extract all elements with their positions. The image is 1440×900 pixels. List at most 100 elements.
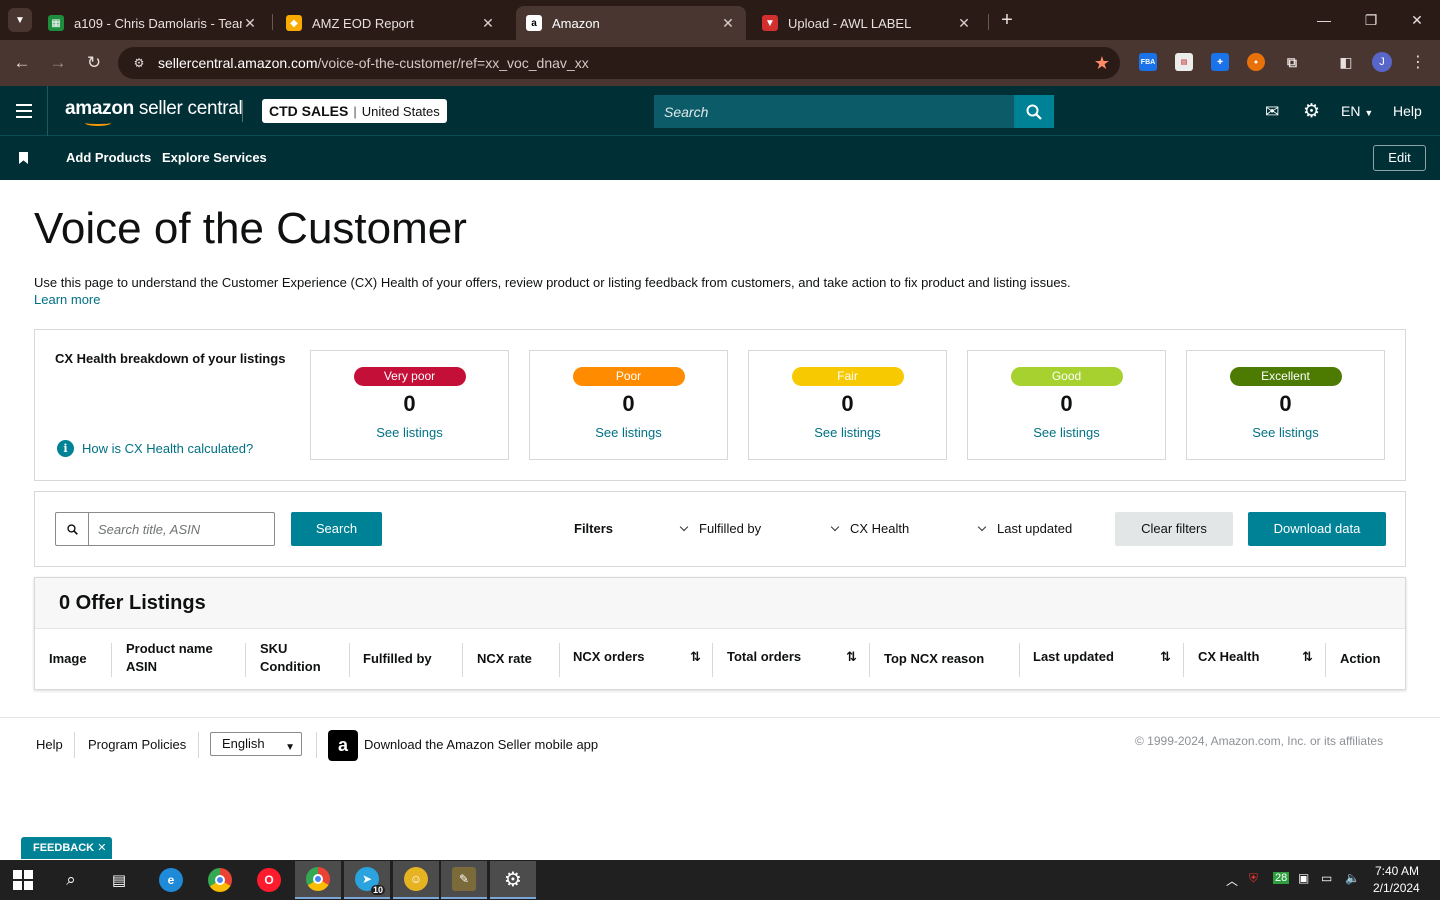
edit-nav-button[interactable]: Edit xyxy=(1373,145,1426,171)
chrome-profile-icon[interactable] xyxy=(295,861,341,899)
tray-chevron-up-icon[interactable]: ︿ xyxy=(1226,872,1238,889)
logo-seller-central: seller central xyxy=(133,98,243,119)
back-icon[interactable]: ← xyxy=(10,51,34,75)
task-view-icon[interactable]: ▤ xyxy=(96,861,142,899)
nav-explore-services[interactable]: Explore Services xyxy=(162,150,267,165)
url-text[interactable]: sellercentral.amazon.com/voice-of-the-cu… xyxy=(154,55,1084,71)
side-panel-icon[interactable]: ◧ xyxy=(1337,53,1355,71)
cx-count: 0 xyxy=(1060,391,1073,416)
new-tab-button[interactable]: + xyxy=(996,9,1018,31)
clear-filters-button[interactable]: Clear filters xyxy=(1115,512,1233,546)
close-icon[interactable]: ✕ xyxy=(720,15,736,32)
close-icon[interactable]: ✕ xyxy=(956,15,972,32)
cx-health-help-text[interactable]: How is CX Health calculated? xyxy=(82,441,253,456)
bookmark-icon[interactable] xyxy=(19,152,28,164)
col-last-updated: Last updated xyxy=(1033,649,1114,664)
windows-start-icon[interactable] xyxy=(0,861,46,899)
clock-date[interactable]: 2/1/2024 xyxy=(1373,881,1420,895)
footer-divider xyxy=(198,732,199,758)
footer-language-select[interactable]: English ▼ xyxy=(210,732,302,756)
extensions-puzzle-icon[interactable]: ⧉ xyxy=(1283,53,1301,71)
browser-tab[interactable]: ▦ a109 - Chris Damolaris - Team s ✕ xyxy=(38,6,268,40)
tab-search-button[interactable]: ▼ xyxy=(8,8,32,32)
selected-language: English xyxy=(222,736,265,751)
address-bar[interactable]: ⚙ sellercentral.amazon.com/voice-of-the-… xyxy=(118,47,1120,79)
footer-help-link[interactable]: Help xyxy=(36,737,63,752)
edge-icon[interactable]: e xyxy=(148,861,194,899)
see-listings-link[interactable]: See listings xyxy=(968,425,1165,440)
see-listings-link[interactable]: See listings xyxy=(749,425,946,440)
last-updated-dropdown[interactable]: Last updated xyxy=(977,521,1072,536)
fulfilled-by-dropdown[interactable]: Fulfilled by xyxy=(679,521,761,536)
clock-time[interactable]: 7:40 AM xyxy=(1375,864,1419,878)
search-button[interactable]: Search xyxy=(291,512,382,546)
listing-search-input[interactable]: Search title, ASIN xyxy=(89,513,200,545)
see-listings-link[interactable]: See listings xyxy=(311,425,508,440)
learn-more-link[interactable]: Learn more xyxy=(34,292,100,307)
chrome-icon[interactable] xyxy=(197,861,243,899)
filters-label: Filters xyxy=(574,521,614,536)
extension-icon[interactable]: ▤ xyxy=(1175,53,1193,71)
browser-tab[interactable]: ◆ AMZ EOD Report ✕ xyxy=(276,6,506,40)
settings-gear-icon[interactable]: ⚙ xyxy=(490,861,536,899)
cx-health-heading: CX Health breakdown of your listings xyxy=(55,351,286,366)
bookmark-star-icon[interactable]: ★ xyxy=(1084,53,1120,74)
antivirus-icon[interactable]: ⛨ xyxy=(1249,871,1258,886)
site-info-icon[interactable]: ⚙ xyxy=(124,56,154,70)
header-search-button[interactable] xyxy=(1014,95,1054,128)
minimize-icon[interactable]: — xyxy=(1310,8,1338,32)
footer-program-policies-link[interactable]: Program Policies xyxy=(88,737,186,752)
telegram-icon[interactable]: ➤ 10 xyxy=(344,861,390,899)
search-icon[interactable]: ⌕ xyxy=(48,861,94,899)
mail-icon[interactable]: ✉ xyxy=(1265,102,1279,122)
fba-extension-icon[interactable]: FBA xyxy=(1139,53,1157,71)
nav-add-products[interactable]: Add Products xyxy=(66,150,151,165)
feedback-button[interactable]: FEEDBACK ✕ xyxy=(21,837,112,859)
profile-avatar[interactable]: J xyxy=(1372,52,1392,72)
col-image: Image xyxy=(49,651,87,666)
cx-health-dropdown[interactable]: CX Health xyxy=(830,521,909,536)
browser-tab-active[interactable]: a Amazon ✕ xyxy=(516,6,746,40)
account-switcher[interactable]: CTD SALES | United States xyxy=(262,99,447,123)
see-listings-link[interactable]: See listings xyxy=(1187,425,1384,440)
cx-card-poor: Poor 0 See listings xyxy=(529,350,728,460)
listing-search-field[interactable]: Search title, ASIN xyxy=(55,512,275,546)
cx-health-help-link[interactable]: i How is CX Health calculated? xyxy=(57,440,253,457)
language-selector[interactable]: EN ▼ xyxy=(1341,103,1373,119)
sort-icon[interactable]: ⇅ xyxy=(1302,649,1313,665)
extension-icon[interactable]: ● xyxy=(1247,53,1265,71)
settings-gear-icon[interactable]: ⚙ xyxy=(1303,100,1320,123)
meet-now-icon[interactable]: ▣ xyxy=(1298,871,1309,885)
close-icon[interactable]: ✕ xyxy=(242,15,258,32)
hamburger-menu-icon[interactable] xyxy=(0,86,48,136)
paint-icon[interactable]: ✎ xyxy=(441,861,487,899)
column-divider xyxy=(1019,643,1020,677)
app-icon[interactable]: ☺ xyxy=(393,861,439,899)
network-icon[interactable]: ▭ xyxy=(1321,871,1332,885)
temperature-badge[interactable]: 28 xyxy=(1273,872,1290,884)
window-close-icon[interactable]: ✕ xyxy=(1403,8,1431,32)
sort-icon[interactable]: ⇅ xyxy=(1160,649,1171,665)
header-search-input[interactable]: Search xyxy=(654,95,1014,128)
learn-more-text[interactable]: Learn more xyxy=(34,292,100,307)
see-listings-link[interactable]: See listings xyxy=(530,425,727,440)
extension-icon[interactable]: ✚ xyxy=(1211,53,1229,71)
sort-icon[interactable]: ⇅ xyxy=(690,649,701,665)
volume-icon[interactable]: 🔈 xyxy=(1345,871,1360,885)
column-divider xyxy=(712,643,713,677)
help-link[interactable]: Help xyxy=(1393,103,1422,119)
download-data-button[interactable]: Download data xyxy=(1248,512,1386,546)
opera-icon[interactable]: O xyxy=(246,861,292,899)
close-icon[interactable]: ✕ xyxy=(97,842,106,854)
reload-icon[interactable]: ↻ xyxy=(82,51,106,75)
forward-icon[interactable]: → xyxy=(46,51,70,75)
browser-tab[interactable]: ▼ Upload - AWL LABEL ✕ xyxy=(752,6,982,40)
sort-icon[interactable]: ⇅ xyxy=(846,649,857,665)
close-icon[interactable]: ✕ xyxy=(480,15,496,32)
restore-icon[interactable]: ❐ xyxy=(1357,8,1385,32)
browser-menu-icon[interactable]: ⋮ xyxy=(1410,52,1426,72)
mobile-app-link[interactable]: Download the Amazon Seller mobile app xyxy=(364,737,598,752)
page-title: Voice of the Customer xyxy=(34,204,467,253)
seller-central-logo[interactable]: amazon seller central xyxy=(65,98,243,126)
amazon-app-icon[interactable]: a xyxy=(328,730,358,761)
